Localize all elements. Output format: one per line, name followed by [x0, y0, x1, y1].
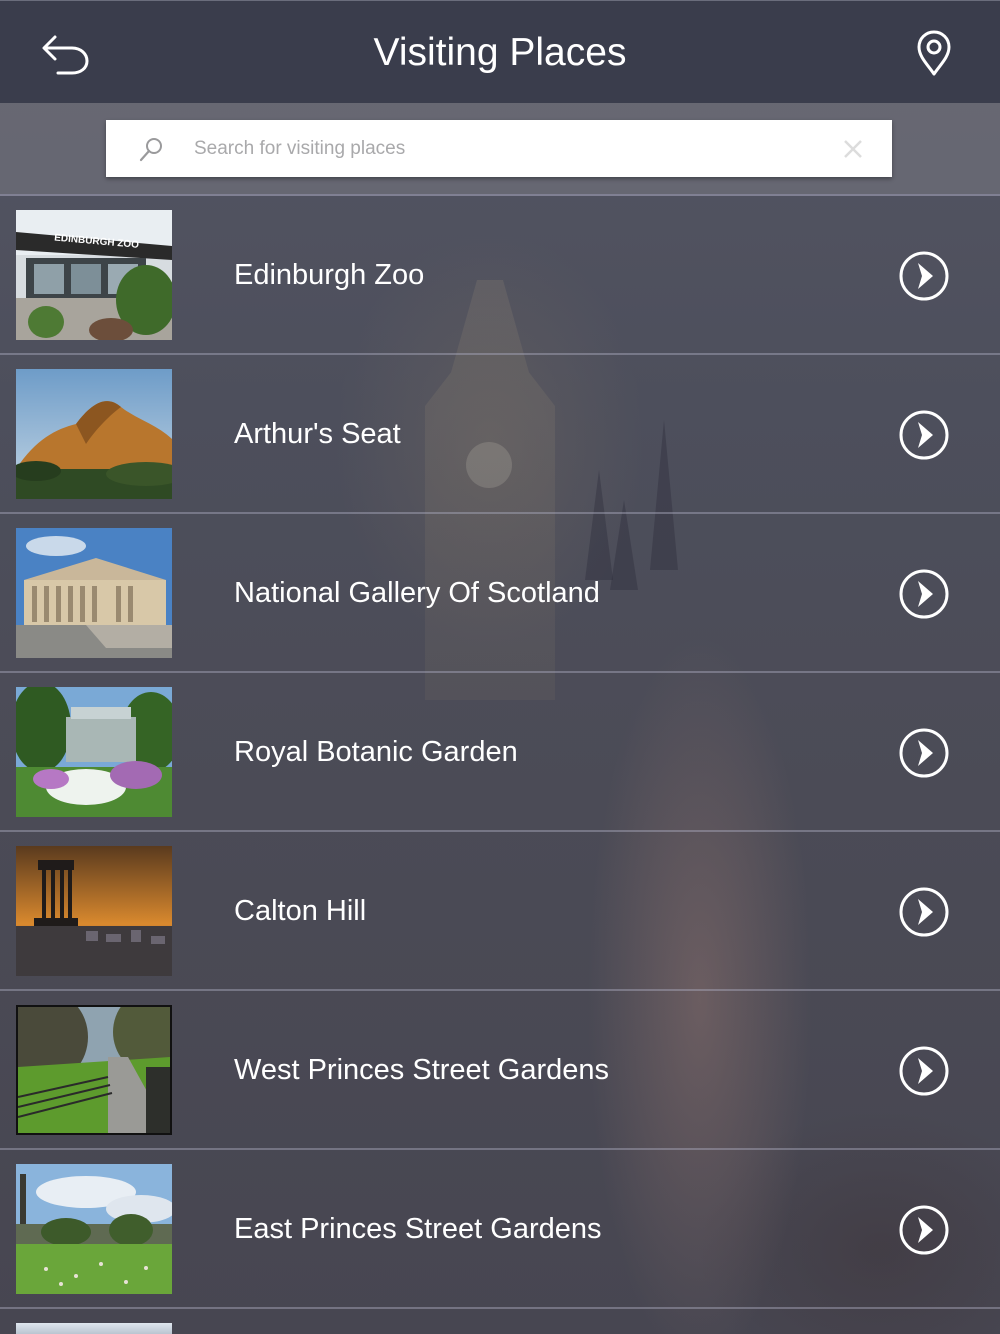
list-item[interactable]: Arthur's Seat [0, 355, 1000, 514]
place-name: National Gallery Of Scotland [234, 577, 600, 609]
place-name: Calton Hill [234, 895, 367, 927]
place-thumbnail [16, 687, 172, 817]
place-thumbnail [16, 1164, 172, 1294]
search-bar-area [0, 103, 1000, 196]
chevron-right-circle-icon[interactable] [898, 727, 950, 779]
chevron-right-circle-icon[interactable] [898, 1204, 950, 1256]
back-arrow-icon [42, 35, 89, 75]
magnifier-icon [139, 138, 162, 162]
clear-x-icon[interactable] [842, 138, 864, 160]
search-box[interactable] [106, 120, 892, 177]
app-header: Visiting Places [0, 0, 1000, 103]
page-title: Visiting Places [373, 31, 627, 74]
chevron-right-circle-icon[interactable] [898, 886, 950, 938]
places-list: EDINBURGH ZOO Edinburgh Zoo Arthur's Sea… [0, 196, 1000, 1309]
map-button[interactable] [910, 29, 958, 79]
back-button[interactable] [38, 29, 94, 79]
location-pin-icon [917, 30, 951, 76]
list-item[interactable]: EDINBURGH ZOO Edinburgh Zoo [0, 196, 1000, 355]
search-input[interactable] [194, 120, 814, 177]
list-item[interactable]: West Princes Street Gardens [0, 991, 1000, 1150]
next-place-thumbnail-partial [16, 1323, 172, 1334]
place-name: Royal Botanic Garden [234, 736, 518, 768]
chevron-right-circle-icon[interactable] [898, 1045, 950, 1097]
place-thumbnail: EDINBURGH ZOO [16, 210, 172, 340]
place-thumbnail [16, 1005, 172, 1135]
list-item[interactable]: National Gallery Of Scotland [0, 514, 1000, 673]
place-name: East Princes Street Gardens [234, 1213, 602, 1245]
place-name: West Princes Street Gardens [234, 1054, 610, 1086]
place-thumbnail [16, 846, 172, 976]
place-thumbnail [16, 369, 172, 499]
list-item[interactable]: Royal Botanic Garden [0, 673, 1000, 832]
list-item[interactable]: East Princes Street Gardens [0, 1150, 1000, 1309]
chevron-right-circle-icon[interactable] [898, 409, 950, 461]
chevron-right-circle-icon[interactable] [898, 250, 950, 302]
place-thumbnail [16, 528, 172, 658]
place-name: Edinburgh Zoo [234, 259, 425, 291]
chevron-right-circle-icon[interactable] [898, 568, 950, 620]
place-name: Arthur's Seat [234, 418, 401, 450]
list-item[interactable]: Calton Hill [0, 832, 1000, 991]
